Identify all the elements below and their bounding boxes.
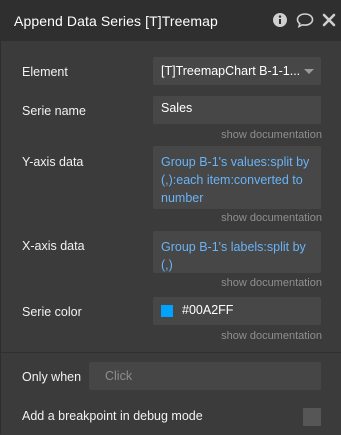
serie-name-label: Serie name bbox=[22, 104, 86, 118]
y-axis-data-label: Y-axis data bbox=[22, 155, 84, 169]
only-when-input[interactable]: Click bbox=[89, 362, 321, 390]
titlebar-icons bbox=[272, 12, 336, 28]
panel-body: Element [T]TreemapChart B-1-1... Serie n… bbox=[1, 41, 341, 435]
show-documentation-link[interactable]: show documentation bbox=[221, 212, 322, 224]
only-when-placeholder: Click bbox=[105, 369, 133, 383]
x-axis-data-input[interactable]: Group B-1's labels:split by (,) bbox=[153, 231, 321, 273]
show-documentation-link[interactable]: show documentation bbox=[221, 330, 322, 342]
element-dropdown[interactable]: [T]TreemapChart B-1-1... bbox=[153, 57, 321, 85]
property-editor-panel: Append Data Series [T]Treemap Element [T… bbox=[0, 0, 341, 435]
y-axis-data-input[interactable]: Group B-1's values:split by (,):each ite… bbox=[153, 146, 321, 209]
show-documentation-link[interactable]: show documentation bbox=[221, 277, 322, 289]
serie-color-picker[interactable]: #00A2FF bbox=[153, 297, 321, 325]
element-label: Element bbox=[22, 65, 68, 79]
properties-section: Element [T]TreemapChart B-1-1... Serie n… bbox=[1, 41, 341, 353]
section-divider bbox=[1, 352, 341, 353]
panel-titlebar[interactable]: Append Data Series [T]Treemap bbox=[1, 1, 341, 41]
breakpoint-label: Add a breakpoint in debug mode bbox=[22, 409, 203, 423]
only-when-label: Only when bbox=[22, 370, 82, 384]
x-axis-data-label: X-axis data bbox=[22, 239, 85, 253]
info-icon[interactable] bbox=[272, 12, 288, 28]
element-dropdown-value: [T]TreemapChart B-1-1... bbox=[161, 64, 301, 78]
panel-title: Append Data Series [T]Treemap bbox=[14, 13, 218, 29]
breakpoint-checkbox[interactable] bbox=[303, 408, 321, 426]
close-icon[interactable] bbox=[322, 13, 336, 27]
color-swatch bbox=[161, 305, 173, 317]
chevron-down-icon bbox=[304, 69, 314, 74]
serie-color-label: Serie color bbox=[22, 305, 82, 319]
comment-icon[interactable] bbox=[296, 12, 314, 28]
serie-color-value: #00A2FF bbox=[182, 303, 234, 317]
serie-name-input[interactable]: Sales bbox=[153, 96, 321, 124]
show-documentation-link[interactable]: show documentation bbox=[221, 129, 322, 141]
